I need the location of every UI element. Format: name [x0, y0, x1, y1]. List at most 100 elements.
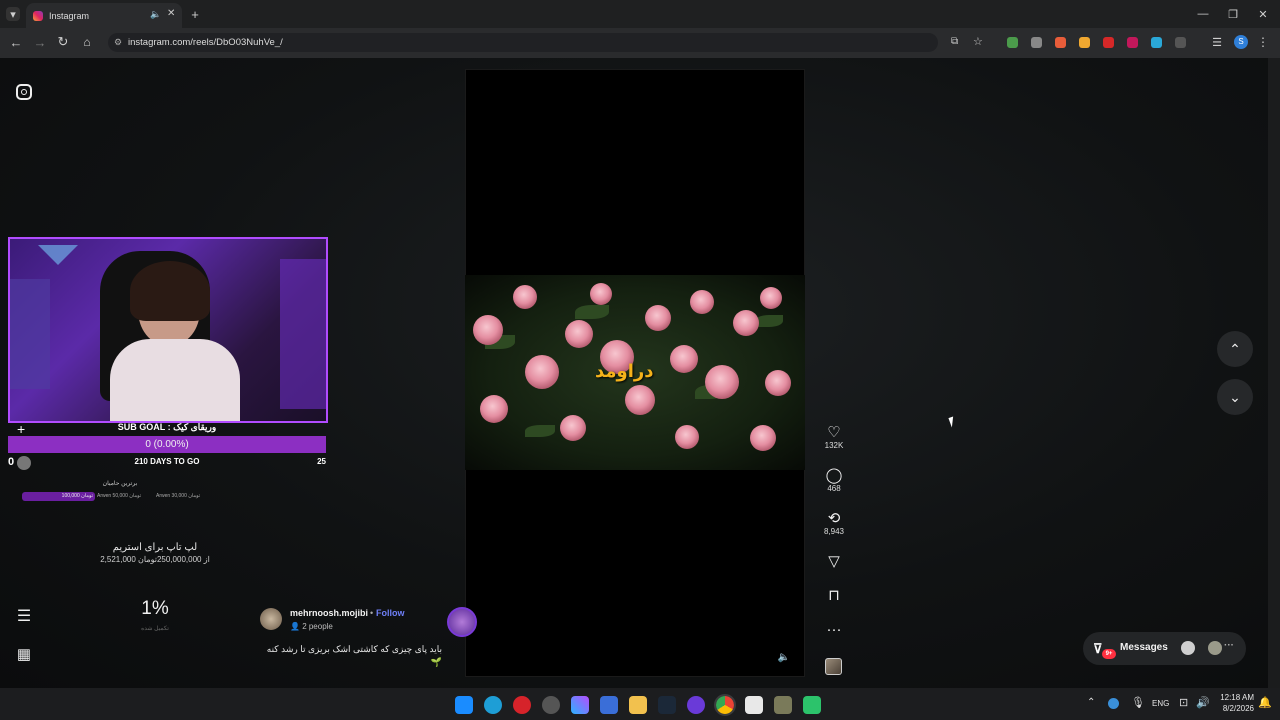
mute-icon[interactable]: 🔈	[777, 650, 791, 664]
app-blue-icon[interactable]	[600, 696, 618, 714]
repost-action[interactable]: ⟲ 8,943	[814, 511, 854, 537]
close-window-button[interactable]: ✕	[1256, 7, 1270, 21]
sub-goal-progress-text: 0 (0.00%)	[145, 439, 189, 450]
home-icon[interactable]: ⌂	[80, 35, 94, 49]
author-username[interactable]: mehrnoosh.mojibi	[290, 608, 368, 618]
extension-7-icon[interactable]	[1151, 37, 1162, 48]
like-count: 132K	[824, 441, 844, 450]
follow-button[interactable]: Follow	[376, 608, 405, 618]
file-explorer-icon[interactable]	[629, 696, 647, 714]
streamer-webcam	[8, 237, 328, 423]
page-scrollbar[interactable]	[1268, 58, 1280, 688]
days-to-go: 210 DAYS TO GO	[134, 457, 200, 466]
tab-instagram[interactable]: Instagram 🔈 ✕	[26, 3, 182, 28]
goal-percent: 1%	[141, 598, 169, 619]
volume-icon[interactable]: 🔊	[1196, 696, 1210, 709]
url-text: instagram.com/reels/DbO03NuhVe_/	[128, 37, 283, 48]
language-indicator[interactable]: ENG	[1152, 699, 1169, 708]
instagram-favicon-icon	[33, 10, 43, 21]
sub-goal-title: SUB GOAL : وریقای کیک	[117, 422, 217, 432]
messages-button[interactable]: ⊽ 9+ Messages ···	[1083, 632, 1246, 665]
notifications-icon[interactable]: 🔔	[1258, 696, 1272, 709]
copilot-icon[interactable]	[571, 696, 589, 714]
extensions-puzzle-icon[interactable]	[1175, 37, 1186, 48]
app-grey-icon[interactable]	[542, 696, 560, 714]
extension-3-icon[interactable]	[1055, 37, 1066, 48]
comment-count: 468	[827, 484, 841, 493]
instagram-logo-icon[interactable]	[16, 84, 32, 100]
profile-avatar[interactable]: S	[1234, 35, 1248, 49]
extension-1-icon[interactable]	[1007, 37, 1018, 48]
heart-icon[interactable]: ♡	[814, 425, 854, 441]
chevron-down-icon: ⌄	[1229, 388, 1241, 405]
forward-icon[interactable]: →	[33, 35, 47, 50]
tray-cloud-icon[interactable]	[1108, 698, 1119, 709]
apps-icon[interactable]: ▦	[15, 645, 33, 663]
chrome-icon[interactable]	[714, 694, 736, 716]
steam-icon[interactable]	[658, 696, 676, 714]
next-reel-button[interactable]: ⌄	[1217, 379, 1253, 415]
tray-chevron-icon[interactable]: ⌃	[1087, 697, 1095, 708]
comment-icon[interactable]: ◯	[814, 468, 854, 484]
author-avatar[interactable]	[260, 608, 282, 630]
app-olive-icon[interactable]	[774, 696, 792, 714]
more-dots-icon[interactable]: ···	[814, 622, 854, 638]
share-action[interactable]: ▽	[814, 554, 854, 570]
audio-track-thumbnail[interactable]	[825, 658, 842, 675]
repost-count: 8,943	[823, 527, 845, 536]
app-red-icon[interactable]	[513, 696, 531, 714]
reading-list-icon[interactable]: ☰	[1210, 35, 1224, 49]
site-info-icon[interactable]: ⚙	[114, 37, 122, 48]
reload-icon[interactable]: ↻	[56, 34, 70, 49]
dot-separator: •	[370, 608, 374, 618]
laptop-goal-title: لپ تاپ برای استریم	[112, 542, 198, 553]
extension-6-icon[interactable]	[1127, 37, 1138, 48]
save-action[interactable]: ⊓	[814, 588, 854, 604]
tab-close-icon[interactable]: ✕	[167, 8, 175, 19]
reel-caption: باید پای چیزی که کاشتی اشک بریزی تا رشد …	[266, 644, 442, 667]
person-icon: 👤	[290, 622, 303, 631]
extension-5-icon[interactable]	[1103, 37, 1114, 48]
more-menu-icon[interactable]: ☰	[15, 607, 33, 625]
comment-action[interactable]: ◯ 468	[814, 468, 854, 494]
start-icon[interactable]	[455, 696, 473, 714]
clock-date[interactable]: 8/2/2026	[1212, 704, 1254, 713]
chevron-up-icon: ⌃	[1229, 340, 1241, 357]
edge-icon[interactable]	[484, 696, 502, 714]
top-donors-title: برترین حامیان	[102, 481, 138, 487]
extension-4-icon[interactable]	[1079, 37, 1090, 48]
clock-time[interactable]: 12:18 AM	[1212, 693, 1254, 702]
app-purple-icon[interactable]	[687, 696, 705, 714]
messages-label: Messages	[1120, 642, 1168, 653]
address-bar[interactable]: ⚙ instagram.com/reels/DbO03NuhVe_/ ⧉ ☆	[108, 33, 983, 52]
previous-reel-button[interactable]: ⌃	[1217, 331, 1253, 367]
maximize-button[interactable]: ❐	[1226, 7, 1240, 21]
message-avatar-2	[1208, 641, 1222, 655]
network-icon[interactable]: ⊡	[1179, 696, 1188, 709]
messages-more-icon[interactable]: ···	[1224, 640, 1234, 651]
app-white-icon[interactable]	[745, 696, 763, 714]
browser-menu-icon[interactable]: ⋮	[1257, 35, 1269, 49]
new-tab-button[interactable]: +	[188, 7, 202, 22]
goal-right-count: 25	[317, 457, 326, 466]
tab-search-icon[interactable]: ▾	[6, 7, 20, 21]
bookmark-icon[interactable]: ⊓	[814, 588, 854, 604]
audio-avatar[interactable]	[447, 607, 477, 637]
microphone-icon[interactable]: 🎙	[1131, 696, 1145, 709]
more-options[interactable]: ···	[814, 622, 854, 638]
back-icon[interactable]: ←	[9, 35, 23, 50]
message-avatar-1	[1181, 641, 1195, 655]
tab-audio-icon[interactable]: 🔈	[150, 9, 161, 20]
install-app-icon[interactable]: ⧉	[951, 36, 958, 47]
donor-3: Arwen 30,000 تومان	[156, 493, 201, 499]
sub-goal-progress-bar: 0 (0.00%)	[8, 436, 326, 453]
windows-taskbar: ⌃ 🎙 ENG ⊡ 🔊 12:18 AM 8/2/2026 🔔	[0, 688, 1280, 720]
minimize-button[interactable]: —	[1196, 7, 1210, 21]
repost-icon[interactable]: ⟲	[814, 511, 854, 527]
extension-2-icon[interactable]	[1031, 37, 1042, 48]
like-action[interactable]: ♡ 132K	[814, 425, 854, 451]
bookmark-star-icon[interactable]: ☆	[973, 35, 983, 48]
send-icon[interactable]: ▽	[814, 554, 854, 570]
app-green-icon[interactable]	[803, 696, 821, 714]
laptop-goal-amount: 2,521,000 از 250,000,000تومان	[100, 555, 210, 564]
